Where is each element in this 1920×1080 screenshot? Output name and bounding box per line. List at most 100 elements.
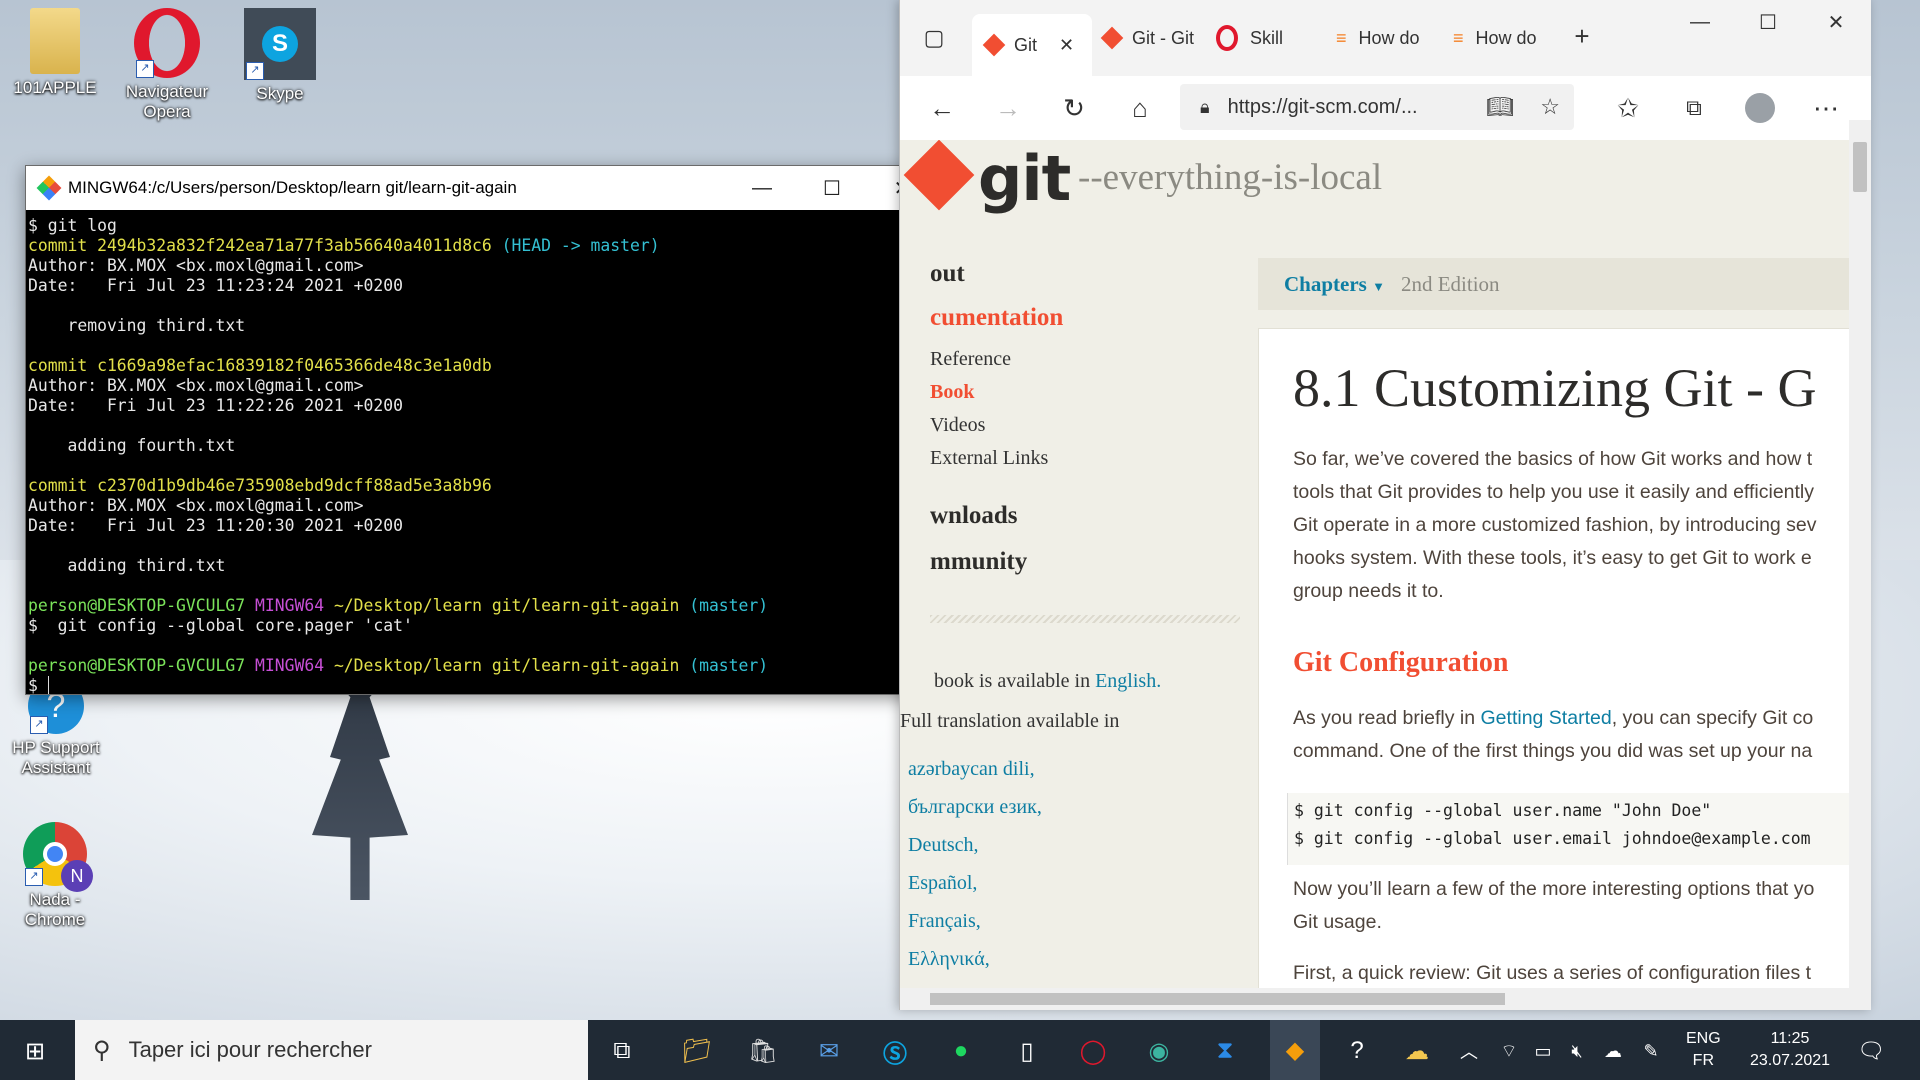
prompt-symbol: $ xyxy=(28,676,48,694)
english-link[interactable]: English. xyxy=(1095,670,1161,692)
tab-how-do-2[interactable]: ≡ How do xyxy=(1449,18,1559,58)
start-button-windows-icon[interactable]: ⊞ xyxy=(18,1034,52,1068)
browser-window[interactable]: ▢ Git ✕ Git - Git Skill ≡ How do ≡ How d… xyxy=(899,0,1871,1010)
tab-skill[interactable]: Skill xyxy=(1212,18,1322,58)
code-block[interactable]: $ git config --global user.name "John Do… xyxy=(1287,793,1871,865)
add-favorite-icon[interactable]: ☆ xyxy=(1540,94,1560,120)
file-explorer-icon[interactable]: 📁︎ xyxy=(680,1034,714,1068)
language-link[interactable]: Deutsch, xyxy=(908,834,979,857)
favorites-icon[interactable]: ✩ xyxy=(1612,92,1644,124)
config-paragraph-line: As you read briefly in Getting Started, … xyxy=(1293,702,1853,735)
terminal-input-line[interactable]: $ xyxy=(28,676,913,694)
desktop-icon-chrome-nada[interactable]: N ↗ Nada - Chrome xyxy=(10,822,100,930)
maximize-button[interactable]: ☐ xyxy=(797,166,867,210)
site-logo[interactable]: git xyxy=(978,142,1071,215)
tab-how-do-1[interactable]: ≡ How do xyxy=(1332,18,1442,58)
microsoft-store-icon[interactable]: 🛍︎ xyxy=(746,1034,780,1068)
webpage-content[interactable]: git --everything-is-local out cumentatio… xyxy=(900,140,1871,988)
close-button[interactable]: ✕ xyxy=(1820,6,1852,38)
home-button[interactable]: ⌂ xyxy=(1124,92,1156,124)
opera-taskbar-icon[interactable]: ◯ xyxy=(1076,1034,1110,1068)
git-favicon-icon xyxy=(982,33,1006,57)
language-link[interactable]: azərbaycan dili, xyxy=(908,758,1035,781)
more-menu-icon[interactable]: ⋯ xyxy=(1810,92,1842,124)
page-horizontal-scrollbar[interactable] xyxy=(900,988,1871,1010)
opera-icon: ↗ xyxy=(134,8,200,78)
intro-line: Git operate in a more customized fashion… xyxy=(1293,514,1817,536)
vscode-icon[interactable]: ⧗ xyxy=(1208,1034,1242,1068)
language-indicator[interactable]: ENG FR xyxy=(1686,1028,1721,1072)
taskbar-search[interactable]: ⚲ Taper ici pour rechercher xyxy=(75,1020,588,1080)
nav-external-links[interactable]: External Links xyxy=(930,447,1048,470)
chevron-up-icon[interactable]: ︿ xyxy=(1452,1034,1486,1068)
help-icon[interactable]: ? xyxy=(1340,1034,1374,1068)
tab-git-git[interactable]: Git - Git xyxy=(1096,18,1206,58)
terminal-output[interactable]: $ git log commit 2494b32a832f242ea71a77f3… xyxy=(26,210,915,694)
clock[interactable]: 11:25 23.07.2021 xyxy=(1740,1028,1840,1072)
page-vertical-scrollbar[interactable] xyxy=(1849,120,1871,988)
nav-reference[interactable]: Reference xyxy=(930,348,1011,371)
getting-started-link[interactable]: Getting Started xyxy=(1481,707,1612,729)
prompt-system: MINGW64 xyxy=(254,656,325,675)
scrollbar-thumb[interactable] xyxy=(930,993,1505,1005)
git-bash-taskbar-icon[interactable]: ◆ xyxy=(1270,1020,1320,1080)
desktop-icon-101apple[interactable]: 101APPLE xyxy=(10,8,100,98)
pen-icon[interactable]: ✎ xyxy=(1634,1034,1668,1068)
nav-documentation[interactable]: cumentation xyxy=(930,304,1063,332)
mail-icon[interactable]: ✉ xyxy=(812,1034,846,1068)
chapters-dropdown[interactable]: Chapters ▼ xyxy=(1284,272,1385,297)
prompt-system: MINGW64 xyxy=(254,596,325,615)
scrollbar-thumb[interactable] xyxy=(1853,142,1867,192)
paragraph-line: Now you’ll learn a few of the more inter… xyxy=(1293,878,1815,900)
desktop-icon-opera[interactable]: ↗ Navigateur Opera xyxy=(122,8,212,122)
nav-community[interactable]: mmunity xyxy=(930,548,1027,576)
language-link[interactable]: Ελληνικά, xyxy=(908,948,990,971)
reader-view-icon[interactable]: 📖︎ xyxy=(1486,94,1514,120)
profile-avatar[interactable] xyxy=(1744,92,1776,124)
refresh-button[interactable]: ↻ xyxy=(1058,92,1090,124)
tab-label: Git - Git xyxy=(1132,27,1194,48)
intro-line: hooks system. With these tools, it’s eas… xyxy=(1293,547,1812,569)
desktop-icon-skype[interactable]: S ↗ Skype xyxy=(235,8,325,104)
notifications-icon[interactable]: 🗨︎ xyxy=(1854,1034,1888,1068)
maximize-button[interactable]: ☐ xyxy=(1752,6,1784,38)
tab-git[interactable]: Git ✕ xyxy=(972,14,1092,76)
shortcut-arrow-icon: ↗ xyxy=(30,716,48,734)
nav-book[interactable]: Book xyxy=(930,381,974,404)
language-link[interactable]: български език, xyxy=(908,796,1042,819)
onedrive-error-icon[interactable]: ☁ xyxy=(1596,1034,1630,1068)
tab-actions-icon[interactable]: ▢ xyxy=(918,22,950,54)
battery-icon[interactable]: ▭ xyxy=(1526,1034,1560,1068)
folder-icon xyxy=(30,8,80,74)
notepad-icon[interactable]: ▯ xyxy=(1010,1034,1044,1068)
nav-videos[interactable]: Videos xyxy=(930,414,985,437)
edge-icon[interactable]: ◉ xyxy=(1142,1034,1176,1068)
nav-about[interactable]: out xyxy=(930,260,965,288)
forward-button[interactable]: → xyxy=(992,92,1024,124)
back-button[interactable]: ← xyxy=(926,92,958,124)
volume-muted-icon[interactable]: 🔇︎ xyxy=(1560,1034,1594,1068)
minimize-button[interactable]: — xyxy=(727,166,797,210)
network-icon[interactable]: ⌔ xyxy=(1492,1034,1526,1068)
task-view-icon[interactable]: ⧉ xyxy=(605,1034,639,1068)
spotify-icon[interactable]: ● xyxy=(944,1034,978,1068)
full-translation-label: Full translation available in xyxy=(900,710,1120,732)
terminal-line: Date: Fri Jul 23 11:23:24 2021 +0200 xyxy=(28,276,403,295)
lock-icon: 🔒︎ xyxy=(1200,96,1210,117)
new-tab-button[interactable]: + xyxy=(1566,20,1598,52)
language-link[interactable]: Español, xyxy=(908,872,977,895)
stackoverflow-favicon-icon: ≡ xyxy=(1453,27,1464,48)
collections-icon[interactable]: ⧉ xyxy=(1678,92,1710,124)
nav-downloads[interactable]: wnloads xyxy=(930,502,1018,530)
tab-label: How do xyxy=(1475,27,1537,48)
minimize-button[interactable]: — xyxy=(1684,6,1716,38)
weather-icon[interactable]: ☁ xyxy=(1400,1034,1434,1068)
tab-close-icon[interactable]: ✕ xyxy=(1059,35,1074,56)
address-bar[interactable]: 🔒︎ https://git-scm.com/... 📖︎ ☆ xyxy=(1180,84,1574,130)
terminal-window[interactable]: MINGW64:/c/Users/person/Desktop/learn gi… xyxy=(25,165,938,695)
prompt-user: person@DESKTOP-GVCULG7 xyxy=(28,596,246,615)
terminal-titlebar[interactable]: MINGW64:/c/Users/person/Desktop/learn gi… xyxy=(26,166,937,210)
language-link[interactable]: Français, xyxy=(908,910,981,933)
skype-taskbar-icon[interactable]: Ⓢ xyxy=(878,1034,912,1068)
